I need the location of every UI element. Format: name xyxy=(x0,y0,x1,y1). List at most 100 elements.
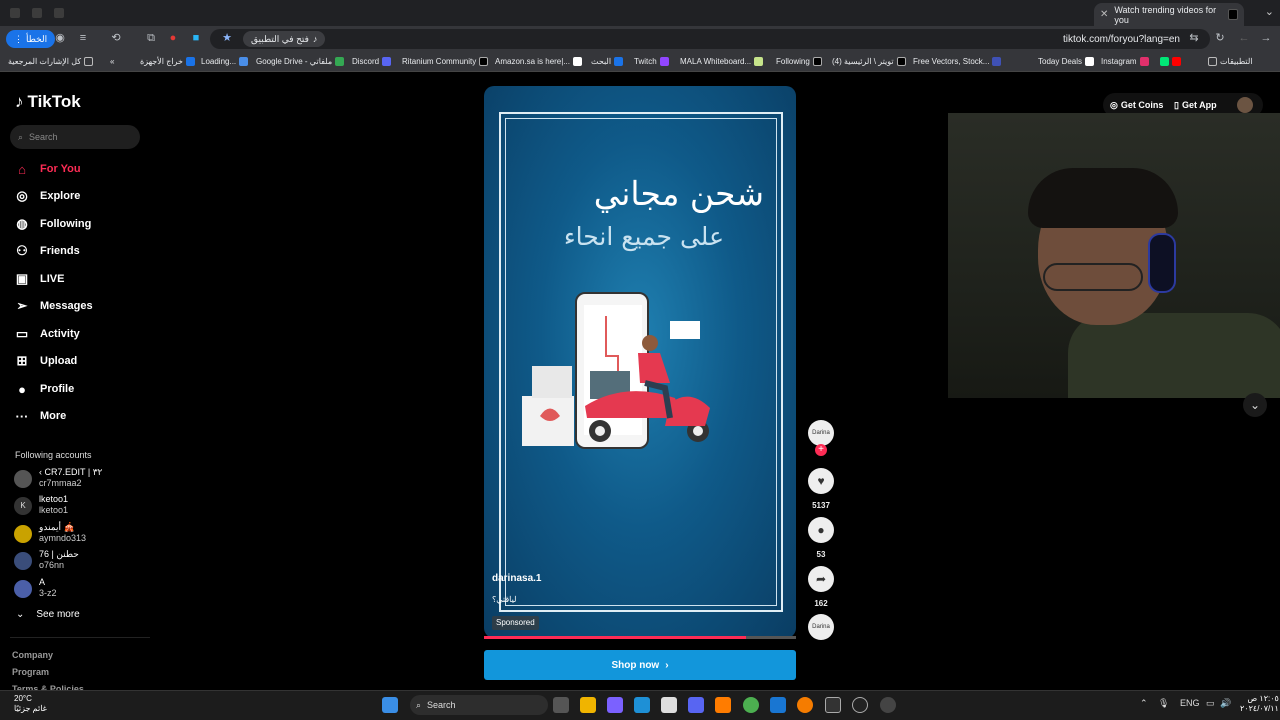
see-more-button[interactable]: ⌄ See more xyxy=(16,609,80,620)
edge-icon[interactable] xyxy=(634,697,650,713)
app-icon[interactable] xyxy=(852,697,868,713)
bookmark-item[interactable]: Twitch xyxy=(634,57,669,66)
illustrator-icon[interactable] xyxy=(715,697,731,713)
nav-following[interactable]: ◍ Following xyxy=(14,214,91,234)
browser-tab[interactable]: ✕ Watch trending videos for you xyxy=(1094,3,1244,26)
user-avatar[interactable] xyxy=(1237,97,1253,113)
following-account[interactable]: K lketoo1 lketoo1 xyxy=(14,494,154,518)
forward-icon[interactable]: ← xyxy=(1238,32,1250,44)
nav-messages[interactable]: ➢ Messages xyxy=(14,296,93,316)
bookmark-item[interactable]: MALA Whiteboard... xyxy=(680,57,764,66)
bookmark-item[interactable]: كل الإشارات المرجعية xyxy=(8,57,94,66)
bookmark-item[interactable]: (4) تويتر \ الرئيسية xyxy=(832,57,906,66)
extension-icon[interactable]: ■ xyxy=(190,32,202,44)
tray-overflow-icon[interactable]: ⌃ xyxy=(1140,698,1148,709)
bookmark-item[interactable]: Instagram xyxy=(1101,57,1149,66)
bookmark-star-icon[interactable]: ★ xyxy=(221,32,233,44)
extension-icon[interactable]: ◉ xyxy=(54,32,66,44)
nav-upload[interactable]: ⊞ Upload xyxy=(14,351,78,371)
error-button[interactable]: ⋮ الخطأ xyxy=(6,30,56,48)
nav-more[interactable]: ··· More xyxy=(14,406,67,426)
close-tab-icon[interactable]: ✕ xyxy=(1100,9,1108,20)
avatar-text: Darina xyxy=(812,430,830,436)
file-explorer-icon[interactable] xyxy=(580,697,596,713)
like-button[interactable]: ♥ xyxy=(808,468,834,494)
system-clock[interactable]: ١٢:٠٥ ص ٢٠٢٤/٠٧/١١ xyxy=(1240,694,1279,714)
footer-link-company[interactable]: Company xyxy=(12,650,53,660)
open-in-app-label: فتح في التطبيق xyxy=(251,33,309,44)
bookmark-item[interactable]: Free Vectors, Stock... xyxy=(913,57,1002,66)
following-account[interactable]: ‹ CR7.EDIT | ٣٢ cr7mmaa2 xyxy=(14,467,154,491)
copilot-icon[interactable] xyxy=(607,697,623,713)
discord-icon[interactable] xyxy=(688,697,704,713)
nav-activity[interactable]: ▭ Activity xyxy=(14,324,80,344)
extension-icon[interactable]: ● xyxy=(167,32,179,44)
bookmark-item[interactable]: Amazon.sa is here|... xyxy=(495,57,582,66)
video-player[interactable]: شحن مجاني على جميع انحاء darinasa.1 لياق… xyxy=(484,86,796,638)
obs-icon[interactable] xyxy=(880,697,896,713)
bookmark-item[interactable]: البحث xyxy=(591,57,624,66)
search-input[interactable]: ⌕ Search xyxy=(10,125,140,149)
back-icon[interactable]: → xyxy=(1260,32,1272,44)
language-indicator[interactable]: ENG xyxy=(1180,698,1200,708)
windows-start-icon[interactable] xyxy=(382,697,398,713)
comment-button[interactable]: ● xyxy=(808,517,834,543)
extension-icon[interactable]: ≡ xyxy=(77,32,89,44)
following-account[interactable]: A 3-z2 xyxy=(14,577,154,601)
account-name: A xyxy=(39,577,46,587)
mail-icon[interactable] xyxy=(770,697,786,713)
blender-icon[interactable] xyxy=(797,697,813,713)
video-username[interactable]: darinasa.1 xyxy=(492,573,541,584)
volume-icon[interactable]: 🔊 xyxy=(1220,698,1231,709)
share-button[interactable]: ➦ xyxy=(808,566,834,592)
tiktok-logo[interactable]: ♪ TikTok xyxy=(15,92,81,112)
music-disc[interactable]: Darina xyxy=(808,614,834,640)
bookmark-item[interactable]: خراج الأجهزة xyxy=(140,57,195,66)
shop-now-button[interactable]: Shop now › xyxy=(484,650,796,680)
store-icon[interactable] xyxy=(661,697,677,713)
task-view-icon[interactable] xyxy=(553,697,569,713)
open-in-app-chip[interactable]: فتح في التطبيق ♪ xyxy=(243,31,326,47)
creator-avatar[interactable]: Darina xyxy=(808,420,834,446)
site-settings-icon[interactable]: ⇆ xyxy=(1188,32,1200,44)
bookmark-item[interactable]: التطبيقات xyxy=(1208,57,1252,66)
bookmark-item[interactable]: Google Drive - ملفاتي xyxy=(256,57,345,66)
tab-search-icon[interactable]: ⌄ xyxy=(1265,5,1274,18)
bookmark-label: MALA Whiteboard... xyxy=(680,57,752,66)
microphone-icon[interactable]: 🎙 xyxy=(1158,698,1169,709)
more-dots-icon: ··· xyxy=(15,408,29,424)
chrome-icon[interactable] xyxy=(743,697,759,713)
footer-link-program[interactable]: Program xyxy=(12,667,49,677)
bookmark-item[interactable]: Following xyxy=(776,57,822,66)
follow-plus-icon[interactable]: + xyxy=(815,444,827,456)
get-app-button[interactable]: ▯ Get App xyxy=(1174,96,1217,114)
account-handle: cr7mmaa2 xyxy=(39,478,82,488)
bookmarks-overflow-icon[interactable]: « xyxy=(110,57,114,66)
extension-icon[interactable]: ⟲ xyxy=(110,32,122,44)
next-video-button[interactable]: ⌄ xyxy=(1243,393,1267,417)
tiktok-favicon-icon xyxy=(1227,9,1238,20)
bookmark-item[interactable]: Ritanium Community xyxy=(402,57,489,66)
address-bar[interactable] xyxy=(210,29,1210,49)
bookmark-item[interactable]: Today Deals xyxy=(1038,57,1095,66)
bookmark-item[interactable]: Discord xyxy=(352,57,392,66)
reload-icon[interactable]: ↻ xyxy=(1214,32,1226,44)
network-icon[interactable]: ▭ xyxy=(1206,698,1215,709)
nav-explore[interactable]: ◎ Explore xyxy=(14,186,80,206)
weather-widget[interactable]: 20°C غائم جزئيًا xyxy=(14,694,47,714)
get-coins-button[interactable]: ◎ Get Coins xyxy=(1110,96,1163,114)
avatar: K xyxy=(14,497,32,515)
disc-text: Darina xyxy=(812,624,830,630)
nav-for-you[interactable]: ⌂ For You xyxy=(14,159,80,179)
following-account[interactable]: 76 | حطنن o76nn xyxy=(14,549,154,573)
bookmark-item[interactable]: Loading... xyxy=(201,57,249,66)
taskbar-search[interactable]: ⌕ Search xyxy=(410,695,548,715)
following-account[interactable]: أيمندو 🎪 aymndo313 xyxy=(14,522,154,546)
nav-profile[interactable]: ● Profile xyxy=(14,379,74,399)
video-progress-bar[interactable] xyxy=(484,636,796,639)
bookmark-item[interactable] xyxy=(1160,57,1181,66)
nav-live[interactable]: ▣ LIVE xyxy=(14,269,65,289)
calculator-icon[interactable] xyxy=(825,697,841,713)
extension-icon[interactable]: ⧉ xyxy=(145,32,157,44)
nav-friends[interactable]: ⚇ Friends xyxy=(14,241,80,261)
